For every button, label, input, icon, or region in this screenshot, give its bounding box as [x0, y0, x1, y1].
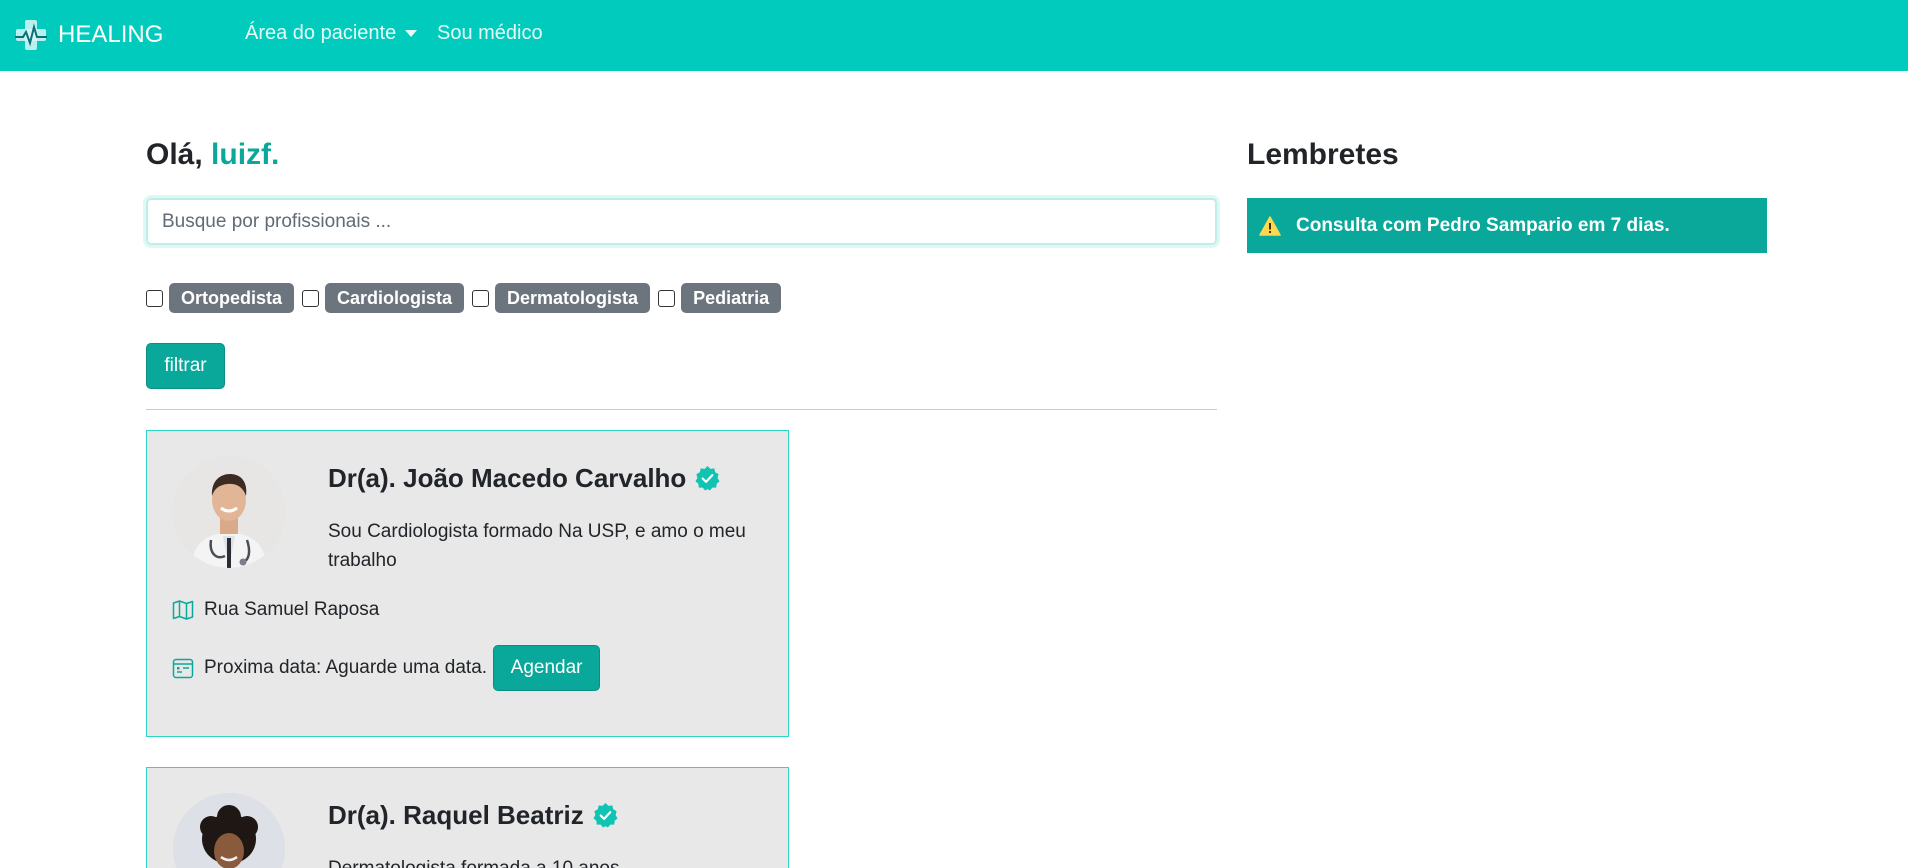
calendar-icon	[172, 658, 194, 679]
nav-sou-medico-label: Sou médico	[437, 22, 543, 44]
navbar: HEALING Área do paciente Sou médico	[0, 0, 1908, 71]
reminder-alert: Consulta com Pedro Sampario em 7 dias.	[1247, 198, 1767, 253]
filter-pediatria[interactable]: Pediatria	[658, 283, 782, 313]
page-title: Olá, luizf.	[146, 138, 279, 172]
schedule-button[interactable]: Agendar	[493, 645, 601, 691]
nav-sou-medico[interactable]: Sou médico	[437, 22, 543, 45]
tag-cardiologista[interactable]: Cardiologista	[325, 283, 465, 313]
greeting-prefix: Olá,	[146, 138, 203, 171]
doctor-name[interactable]: Dr(a). João Macedo Carvalho	[328, 463, 721, 494]
avatar	[173, 793, 285, 868]
specialty-filters: Ortopedista Cardiologista Dermatologista…	[146, 283, 789, 313]
verified-badge-icon	[695, 465, 720, 491]
reminders-title: Lembretes	[1247, 138, 1399, 171]
verified-badge-icon	[593, 802, 618, 828]
checkbox[interactable]	[146, 289, 163, 307]
reminder-text: Consulta com Pedro Sampario em 7 dias.	[1296, 214, 1670, 236]
doctor-photo	[173, 456, 285, 568]
tag-ortopedista[interactable]: Ortopedista	[169, 283, 295, 313]
filter-button[interactable]: filtrar	[146, 343, 225, 389]
checkbox[interactable]	[302, 289, 320, 307]
brand-name: HEALING	[58, 21, 164, 48]
doctor-card: Dr(a). Raquel Beatriz Dermatologista for…	[146, 767, 789, 868]
chevron-down-icon	[405, 30, 418, 37]
doctor-description: Sou Cardiologista formado Na USP, e amo …	[328, 521, 746, 571]
doctor-description: Dermatologista formada a 10 anos	[328, 854, 748, 868]
heartbeat-logo-icon	[15, 20, 47, 50]
filter-ortopedista[interactable]: Ortopedista	[146, 283, 295, 313]
tag-pediatria[interactable]: Pediatria	[681, 283, 782, 313]
doctor-card: Dr(a). João Macedo Carvalho Sou Cardiolo…	[146, 430, 789, 737]
doctor-address: Rua Samuel Raposa	[172, 599, 379, 621]
doctor-name-text: Dr(a). João Macedo Carvalho	[328, 463, 687, 493]
doctor-name[interactable]: Dr(a). Raquel Beatriz	[328, 800, 619, 831]
nav-area-paciente[interactable]: Área do paciente	[245, 22, 418, 45]
brand[interactable]: HEALING	[14, 18, 163, 52]
checkbox[interactable]	[472, 289, 490, 307]
filter-cardiologista[interactable]: Cardiologista	[302, 283, 465, 313]
tag-dermatologista[interactable]: Dermatologista	[495, 283, 651, 313]
divider	[146, 409, 1217, 410]
doctor-next-date-text: Proxima data: Aguarde uma data.	[204, 657, 488, 678]
avatar	[173, 456, 285, 568]
nav-area-paciente-label: Área do paciente	[245, 22, 397, 44]
doctor-next-date: Proxima data: Aguarde uma data. Agendar	[172, 645, 601, 691]
doctor-photo	[173, 793, 285, 868]
doctor-name-text: Dr(a). Raquel Beatriz	[328, 800, 584, 830]
greeting-username: luizf.	[211, 138, 280, 171]
search-input[interactable]	[146, 198, 1217, 245]
doctor-address-text: Rua Samuel Raposa	[204, 599, 380, 620]
map-icon	[172, 600, 194, 620]
checkbox[interactable]	[658, 289, 676, 307]
filter-dermatologista[interactable]: Dermatologista	[472, 283, 651, 313]
warning-icon	[1259, 215, 1281, 236]
